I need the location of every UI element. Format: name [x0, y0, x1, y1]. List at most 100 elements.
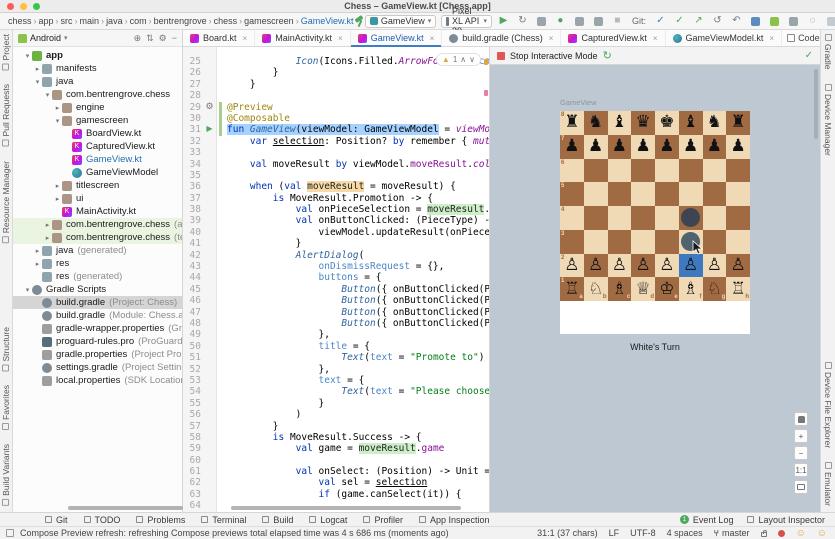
tree-item[interactable]: ▾java [13, 75, 182, 88]
tree-item[interactable]: ▸com.bentrengrove.chess(test) [13, 231, 182, 244]
tree-chevron-icon[interactable]: ▾ [33, 78, 42, 86]
breadcrumb-item[interactable]: app [39, 16, 54, 26]
square-e6[interactable] [655, 159, 679, 183]
caret-position[interactable]: 31:1 (37 chars) [537, 528, 598, 538]
code-line[interactable]: } [227, 421, 489, 432]
code-line[interactable]: var selection: Position? by remember { m… [227, 136, 489, 147]
tree-item[interactable]: ▸titlescreen [13, 179, 182, 192]
square-d6[interactable] [631, 159, 655, 183]
square-a8[interactable]: ♜8 [560, 111, 584, 135]
git-branch-widget[interactable]: ⑂ master [714, 528, 750, 538]
square-c7[interactable]: ♟ [608, 135, 632, 159]
close-tab-icon[interactable]: × [338, 34, 343, 43]
tree-chevron-icon[interactable]: ▸ [53, 182, 62, 190]
code-line[interactable]: is MoveResult.Success -> { [227, 432, 489, 443]
editor-tab[interactable]: CapturedView.kt× [561, 30, 665, 46]
tree-item[interactable]: KGameView.kt [13, 153, 182, 166]
project-panel-header[interactable]: Android ▾ ⊕ ⇅ ⚙ − [13, 30, 182, 47]
editor-tab[interactable]: GameViewModel.kt× [666, 30, 783, 46]
square-h1[interactable]: ♖h [726, 277, 750, 301]
square-b3[interactable] [584, 230, 608, 254]
breadcrumb-item[interactable]: java [106, 16, 123, 26]
breadcrumb-item[interactable]: main [80, 16, 100, 26]
tree-chevron-icon[interactable]: ▸ [33, 260, 42, 268]
code-line[interactable]: buttons = { [227, 272, 489, 283]
breadcrumb-item[interactable]: com [130, 16, 147, 26]
tree-item[interactable]: build.gradle(Project: Chess) [13, 296, 182, 309]
settings-gear-icon[interactable]: ⚙ [159, 33, 167, 44]
square-b1[interactable]: ♘b [584, 277, 608, 301]
sdk-manager-icon[interactable] [787, 15, 800, 28]
square-d3[interactable] [631, 230, 655, 254]
tree-item[interactable]: ▾com.bentrengrove.chess [13, 88, 182, 101]
breadcrumb-item[interactable]: chess [8, 16, 32, 26]
square-f4[interactable] [679, 206, 703, 230]
zoom-reset-button[interactable]: 1:1 [794, 463, 808, 477]
code-line[interactable]: @Preview [227, 102, 489, 113]
tree-chevron-icon[interactable]: ▸ [53, 195, 62, 203]
inspections-widget[interactable]: ▲ 1 ∧ ∨ [436, 53, 481, 66]
square-f5[interactable] [679, 182, 703, 206]
preview-settings-gutter-icon[interactable]: ⚙ [204, 101, 215, 112]
avd-manager-icon[interactable] [768, 15, 781, 28]
editor-horizontal-scrollbar[interactable] [231, 506, 461, 510]
prev-warning-icon[interactable]: ∧ [460, 55, 466, 64]
code-line[interactable]: val sel = selection [227, 477, 489, 488]
toolwindow-logcat[interactable]: Logcat [309, 515, 347, 525]
square-d2[interactable]: ♙ [631, 254, 655, 278]
square-f2[interactable]: ♙ [679, 254, 703, 278]
square-b2[interactable]: ♙ [584, 254, 608, 278]
code-line[interactable]: title = { [227, 341, 489, 352]
square-d8[interactable]: ♛ [631, 111, 655, 135]
zoom-out-button[interactable]: − [794, 446, 808, 460]
tree-chevron-icon[interactable]: ▸ [33, 65, 42, 73]
git-push-icon[interactable]: ↗ [692, 15, 705, 28]
code-line[interactable]: } [227, 398, 489, 409]
close-tab-icon[interactable]: × [243, 34, 248, 43]
tool-stripe-project[interactable]: Project [1, 34, 11, 70]
square-e2[interactable]: ♙ [655, 254, 679, 278]
code-line[interactable]: Button({ onButtonClicked(PieceType.Rook)… [227, 295, 489, 306]
tree-item[interactable]: ▸manifests [13, 62, 182, 75]
tree-item[interactable]: KBoardView.kt [13, 127, 182, 140]
square-g5[interactable] [703, 182, 727, 206]
code-line[interactable]: Text(text = "Please choose a piece type … [227, 386, 489, 397]
tree-item[interactable]: ▸com.bentrengrove.chess(androidTest) [13, 218, 182, 231]
git-update-icon[interactable]: ✓ [654, 15, 667, 28]
tree-chevron-icon[interactable]: ▾ [43, 91, 52, 99]
stop-interactive-mode-button[interactable]: Stop Interactive Mode [510, 51, 598, 61]
tree-item[interactable]: gradle-wrapper.properties(Gradle Version… [13, 322, 182, 335]
editor-tab[interactable]: MainActivity.kt× [255, 30, 351, 46]
square-c3[interactable] [608, 230, 632, 254]
profile-icon[interactable] [573, 15, 586, 28]
square-g2[interactable]: ♙ [703, 254, 727, 278]
square-g3[interactable] [703, 230, 727, 254]
toolwindow-git[interactable]: Git [45, 515, 68, 525]
square-g1[interactable]: ♘g [703, 277, 727, 301]
hide-panel-icon[interactable]: − [172, 33, 177, 44]
square-c4[interactable] [608, 206, 632, 230]
square-g8[interactable]: ♞ [703, 111, 727, 135]
square-f3[interactable] [679, 230, 703, 254]
code-line[interactable]: AlertDialog( [227, 250, 489, 261]
tree-chevron-icon[interactable]: ▾ [23, 286, 32, 294]
code-editor[interactable]: 2526272829303132333435363738394041424344… [183, 47, 490, 512]
square-h5[interactable] [726, 182, 750, 206]
close-tab-icon[interactable]: × [430, 34, 435, 43]
code-line[interactable]: fun GameView(viewModel: GameViewModel = … [227, 124, 489, 135]
toolwindow-build[interactable]: Build [262, 515, 293, 525]
zoom-fit-button[interactable] [794, 480, 808, 494]
project-structure-icon[interactable] [825, 15, 835, 28]
square-h7[interactable]: ♟ [726, 135, 750, 159]
square-a2[interactable]: ♙2 [560, 254, 584, 278]
square-h2[interactable]: ♙ [726, 254, 750, 278]
code-line[interactable]: Text(text = "Promote to") [227, 352, 489, 363]
square-a7[interactable]: ♟7 [560, 135, 584, 159]
tree-chevron-icon[interactable]: ▸ [43, 221, 52, 229]
attach-debugger-icon[interactable] [592, 15, 605, 28]
code-line[interactable] [227, 455, 489, 466]
preview-vertical-scrollbar[interactable] [814, 69, 818, 139]
tree-item[interactable]: ▸engine [13, 101, 182, 114]
code-line[interactable]: val game = moveResult.game [227, 443, 489, 454]
breadcrumb-item[interactable]: chess [214, 16, 238, 26]
